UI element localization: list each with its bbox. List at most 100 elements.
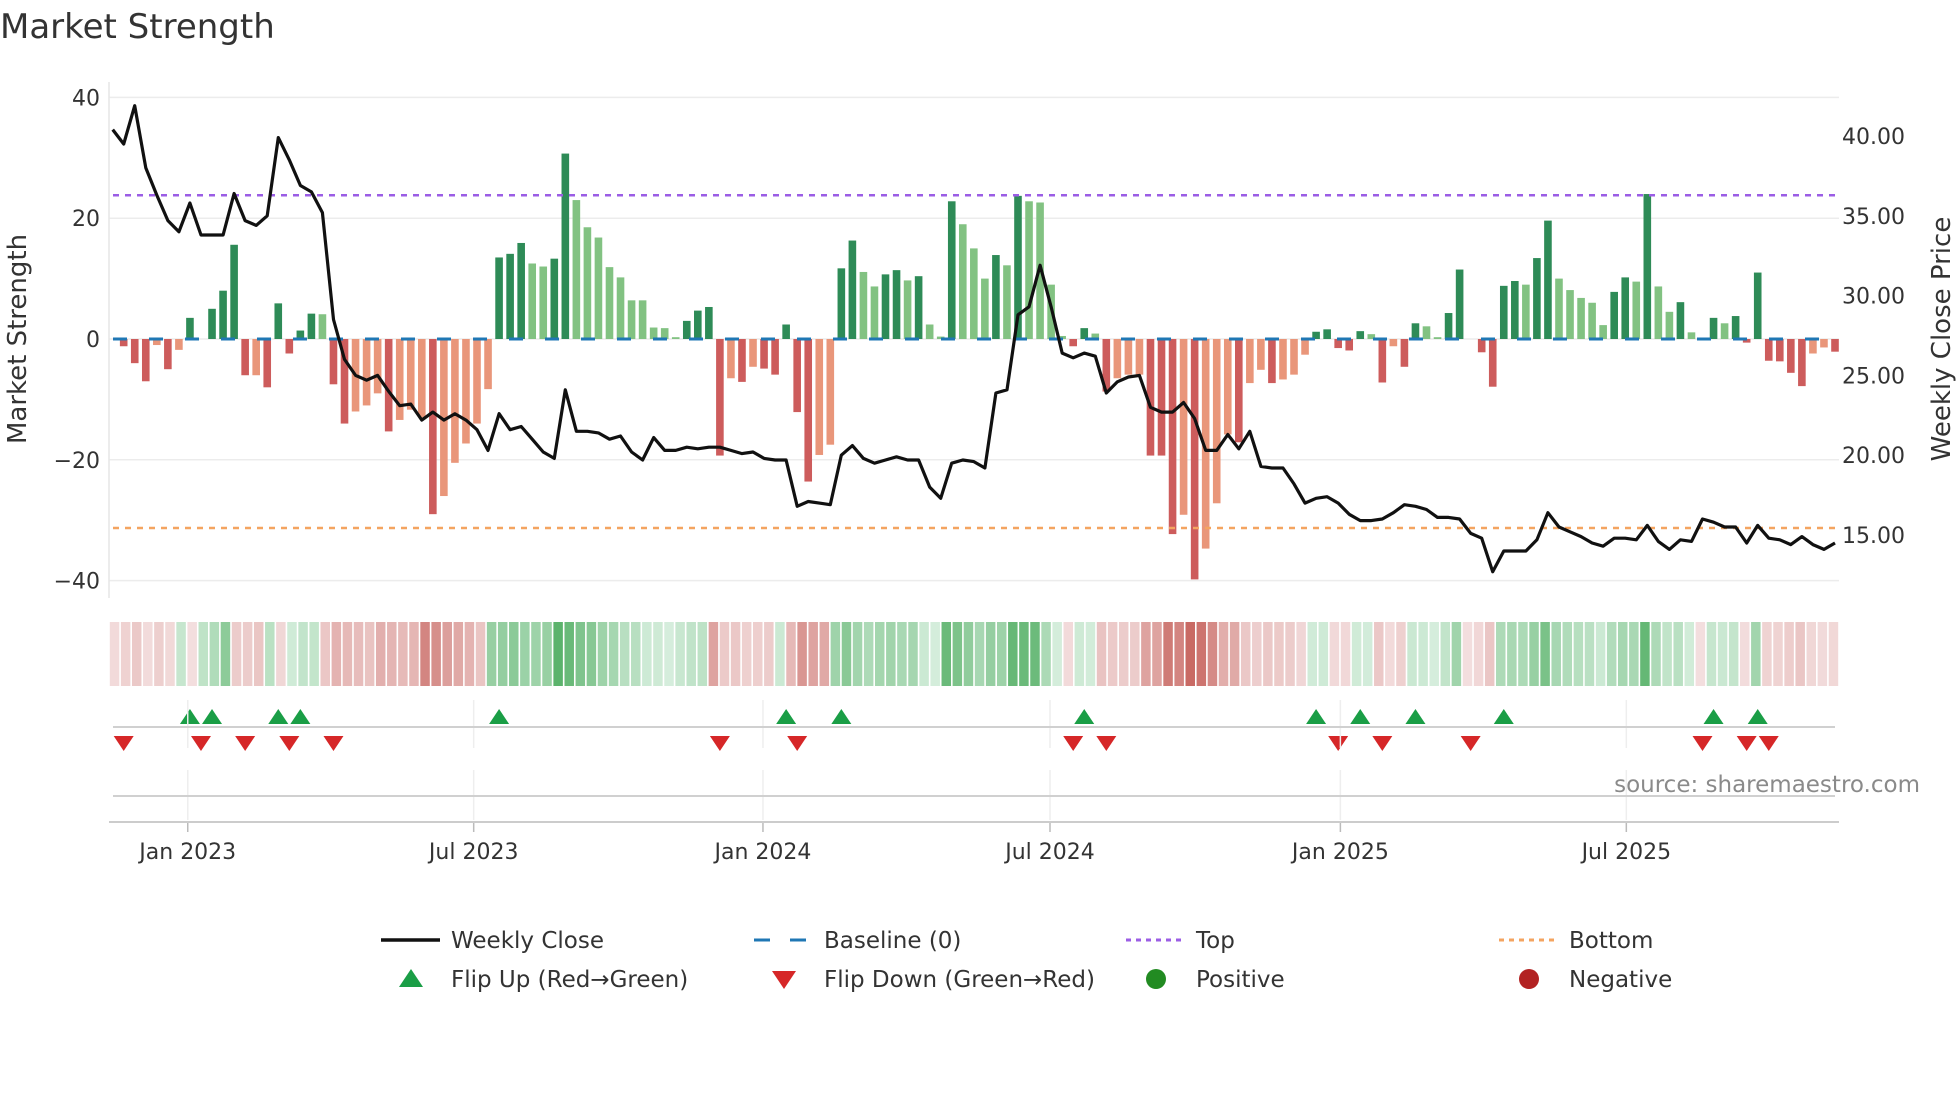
- strength-bar: [307, 313, 316, 339]
- strip-cell: [520, 622, 530, 686]
- strength-bar: [1820, 339, 1828, 348]
- flip-up-marker: [831, 709, 852, 724]
- strip-cell: [786, 622, 796, 686]
- strength-bar: [1190, 339, 1199, 580]
- strip-cell: [1318, 622, 1329, 686]
- strip-cell: [564, 622, 574, 686]
- strength-bar: [1555, 278, 1563, 339]
- strength-bar: [417, 339, 426, 418]
- strip-cell: [1429, 622, 1439, 686]
- strip-cell: [154, 622, 164, 686]
- strip-cell: [1684, 622, 1695, 686]
- strength-bar: [1444, 313, 1453, 339]
- strength-bar: [749, 339, 757, 367]
- strip-cell: [919, 622, 929, 686]
- strip-cell: [1218, 622, 1229, 686]
- strip-cell: [1484, 622, 1495, 686]
- strip-cell: [375, 622, 386, 686]
- strength-bar: [1279, 339, 1287, 380]
- strip-cell: [753, 622, 763, 686]
- strength-bar: [1621, 277, 1630, 339]
- x-tick-label: Jan 2024: [713, 840, 812, 865]
- flip-down-marker: [1460, 736, 1481, 751]
- strength-bar: [1345, 339, 1354, 351]
- strength-bar: [1246, 339, 1254, 384]
- strength-bar: [1003, 265, 1011, 339]
- strip-cell: [897, 622, 907, 686]
- strip-cell: [1717, 622, 1728, 686]
- flip-down-marker: [1692, 736, 1713, 751]
- strength-bar: [141, 339, 150, 382]
- strip-cell: [509, 622, 519, 686]
- strip-cell: [1174, 622, 1184, 686]
- strip-cell: [741, 622, 752, 686]
- strip-cell: [553, 622, 563, 686]
- x-tick-label: Jul 2023: [427, 840, 519, 865]
- legend-label: Bottom: [1569, 928, 1653, 954]
- strength-bar: [892, 270, 901, 339]
- strip-cell: [1507, 622, 1517, 686]
- strength-bar: [638, 300, 647, 339]
- strip-cell: [1052, 622, 1062, 686]
- strip-cell: [531, 622, 541, 686]
- strip-cell: [1828, 622, 1839, 686]
- strength-bar: [583, 227, 592, 339]
- strip-cell: [1240, 622, 1251, 686]
- flip-down-marker: [190, 736, 211, 751]
- strip-cell: [1662, 622, 1672, 686]
- y2-tick-label: 25.00: [1842, 364, 1905, 389]
- strength-bar: [329, 339, 338, 385]
- strip-cell: [309, 622, 319, 686]
- strength-bar: [771, 339, 779, 375]
- strip-cell: [265, 622, 275, 686]
- strength-bar: [760, 339, 768, 369]
- strip-cell: [1751, 622, 1761, 686]
- strip-cell: [353, 622, 364, 686]
- strip-cell: [242, 622, 253, 686]
- x-tick-label: Jan 2025: [1290, 840, 1389, 865]
- strip-cell: [1529, 622, 1539, 686]
- strip-cell: [819, 622, 830, 686]
- strip-cell: [364, 622, 375, 686]
- strength-bar: [285, 339, 294, 354]
- strength-bar: [1643, 194, 1652, 339]
- strength-bar: [815, 339, 824, 455]
- strength-bar: [925, 324, 934, 339]
- strip-cell: [1773, 622, 1783, 686]
- source-label: source: sharemaestro.com: [1614, 772, 1920, 798]
- strip-cell: [420, 622, 430, 686]
- strip-cell: [1629, 622, 1639, 686]
- strip-cell: [985, 622, 996, 686]
- flip-down-marker: [235, 736, 256, 751]
- y2-axis-label: Weekly Close Price: [1927, 217, 1957, 462]
- strip-cell: [431, 622, 441, 686]
- strength-bar: [1235, 339, 1243, 443]
- strip-cell: [1595, 622, 1606, 686]
- strength-bar: [1290, 339, 1298, 375]
- legend-label: Flip Down (Green→Red): [824, 967, 1095, 993]
- strength-bar: [506, 253, 514, 339]
- strip-cell: [209, 622, 220, 686]
- strip-cell: [1041, 622, 1051, 686]
- flip-markers: [113, 709, 1779, 751]
- strip-cell: [1440, 622, 1451, 686]
- flip-up-marker: [1703, 709, 1724, 724]
- strength-bar: [848, 240, 857, 339]
- strength-bar: [572, 200, 581, 339]
- legend-label: Weekly Close: [451, 928, 604, 954]
- strip-cell: [841, 622, 852, 686]
- strip-cell: [586, 622, 597, 686]
- strip-cell: [486, 622, 497, 686]
- strip-cell: [1618, 622, 1628, 686]
- strength-bar: [1168, 339, 1177, 535]
- strip-cell: [187, 622, 197, 686]
- flip-down-marker: [279, 736, 300, 751]
- strength-bar: [1422, 326, 1431, 339]
- strip-cell: [287, 622, 297, 686]
- strength-bar: [682, 320, 691, 339]
- y-tick-label: 0: [86, 328, 100, 353]
- strip-cell: [719, 622, 730, 686]
- legend-circle-icon: [1146, 969, 1166, 989]
- strip-cell: [664, 622, 674, 686]
- strength-bar: [1080, 328, 1089, 339]
